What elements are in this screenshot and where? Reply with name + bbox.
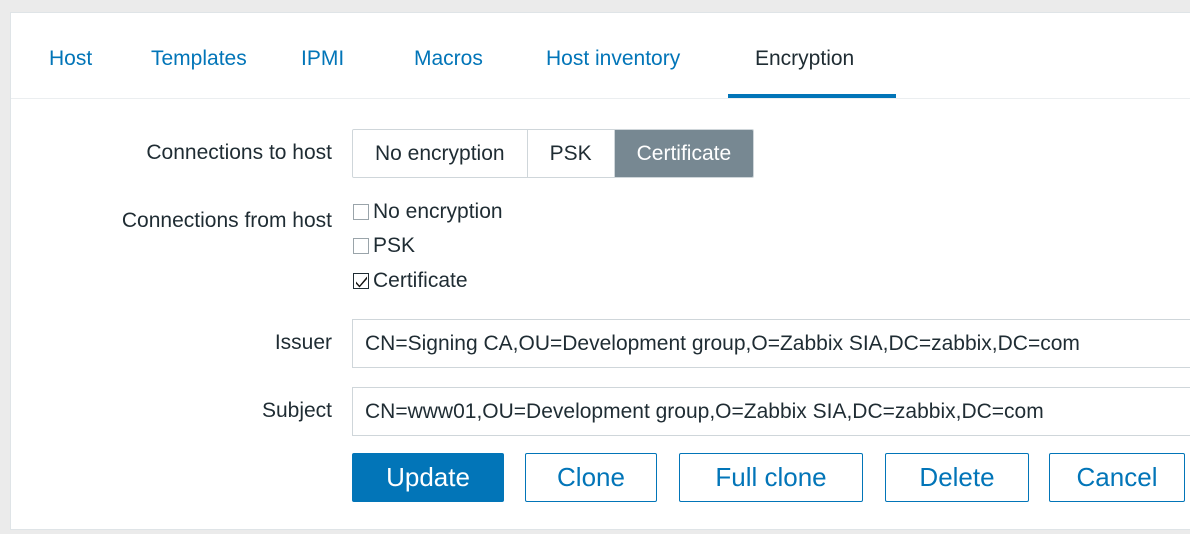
- active-tab-indicator: [728, 94, 896, 98]
- clone-button[interactable]: Clone: [525, 453, 657, 502]
- issuer-label: Issuer: [274, 331, 332, 354]
- tab-bar: Host Templates IPMI Macros Host inventor…: [11, 13, 1190, 99]
- tab-templates[interactable]: Templates: [151, 47, 247, 71]
- checkbox-label-certificate: Certificate: [373, 269, 468, 292]
- segment-psk[interactable]: PSK: [527, 130, 615, 177]
- checkbox-row-no-encryption[interactable]: No encryption: [353, 199, 503, 225]
- tab-ipmi[interactable]: IPMI: [301, 47, 344, 71]
- page-background: Host Templates IPMI Macros Host inventor…: [0, 0, 1190, 534]
- issuer-input[interactable]: [352, 319, 1190, 368]
- subject-label: Subject: [261, 399, 332, 422]
- tab-host[interactable]: Host: [49, 47, 92, 71]
- connections-to-host-label: Connections to host: [146, 141, 332, 164]
- subject-input[interactable]: [352, 387, 1190, 436]
- checkmark-icon: [356, 276, 367, 288]
- checkbox-psk[interactable]: [353, 238, 369, 254]
- cancel-button[interactable]: Cancel: [1049, 453, 1185, 502]
- tab-host-inventory[interactable]: Host inventory: [546, 47, 680, 71]
- host-form-panel: Host Templates IPMI Macros Host inventor…: [10, 12, 1190, 530]
- connections-from-host-label: Connections from host: [121, 209, 332, 232]
- checkbox-no-encryption[interactable]: [353, 204, 369, 220]
- tab-macros[interactable]: Macros: [414, 47, 483, 71]
- tab-encryption[interactable]: Encryption: [755, 47, 854, 71]
- checkbox-row-psk[interactable]: PSK: [353, 233, 415, 259]
- checkbox-row-certificate[interactable]: Certificate: [353, 268, 468, 294]
- segment-certificate[interactable]: Certificate: [614, 130, 754, 177]
- delete-button[interactable]: Delete: [885, 453, 1029, 502]
- full-clone-button[interactable]: Full clone: [679, 453, 863, 502]
- connections-to-host-segmented-control: No encryption PSK Certificate: [352, 129, 755, 178]
- checkbox-label-no-encryption: No encryption: [373, 200, 503, 223]
- checkbox-label-psk: PSK: [373, 234, 416, 257]
- update-button[interactable]: Update: [352, 453, 504, 502]
- checkbox-certificate[interactable]: [353, 273, 369, 289]
- segment-no-encryption[interactable]: No encryption: [353, 130, 528, 177]
